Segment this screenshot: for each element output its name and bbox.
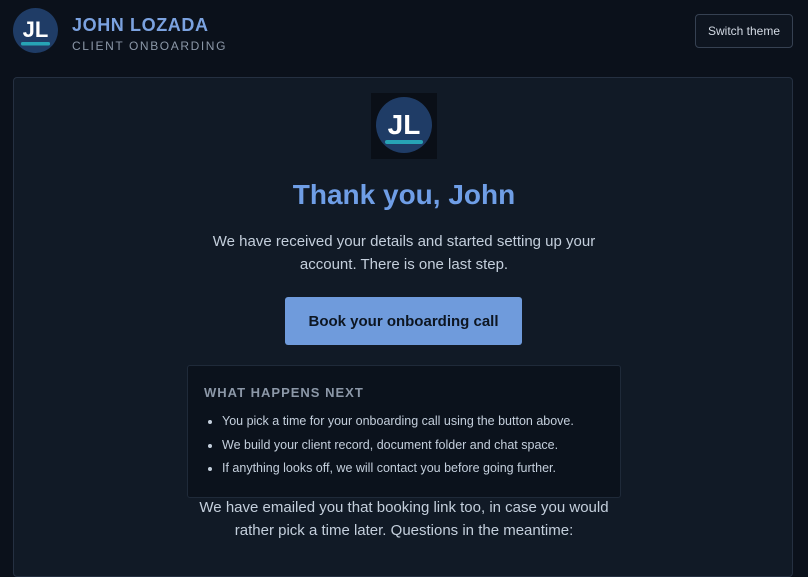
list-item-text: If anything looks off, we will contact y… bbox=[222, 461, 556, 475]
email-notice-text: We have emailed you that booking link to… bbox=[199, 499, 609, 539]
card-logo: JL bbox=[371, 93, 437, 159]
brand-logo-icon: JL bbox=[13, 8, 58, 53]
bullet-icon bbox=[208, 467, 212, 471]
list-item-text: You pick a time for your onboarding call… bbox=[222, 414, 574, 428]
card-logo-monogram: JL bbox=[388, 109, 421, 140]
lead-text: We have received your details and starte… bbox=[212, 233, 596, 273]
list-item: If anything looks off, we will contact y… bbox=[204, 460, 614, 484]
list-item: You pick a time for your onboarding call… bbox=[204, 413, 614, 437]
book-onboarding-call-button[interactable]: Book your onboarding call bbox=[285, 297, 522, 345]
confirmation-card: JL Thank you, John We have received your… bbox=[13, 77, 793, 577]
next-steps-panel: WHAT HAPPENS NEXT You pick a time for yo… bbox=[187, 365, 621, 498]
list-item-text: We build your client record, document fo… bbox=[222, 437, 559, 452]
app-header: JL JOHN LOZADA CLIENT ONBOARDING Switch … bbox=[0, 0, 808, 64]
bullet-icon bbox=[208, 420, 212, 424]
brand-logo-monogram: JL bbox=[23, 17, 49, 42]
page-title: Thank you, John bbox=[292, 179, 516, 210]
switch-theme-button[interactable]: Switch theme bbox=[695, 14, 793, 48]
logo-icon: JL bbox=[376, 97, 432, 153]
brand-name: JOHN LOZADA bbox=[72, 15, 209, 35]
bullet-icon bbox=[208, 443, 212, 448]
next-steps-title: WHAT HAPPENS NEXT bbox=[204, 385, 364, 400]
list-item: We build your client record, document fo… bbox=[204, 437, 614, 461]
brand-subtitle: CLIENT ONBOARDING bbox=[72, 39, 227, 53]
next-steps-list: You pick a time for your onboarding call… bbox=[204, 413, 614, 484]
